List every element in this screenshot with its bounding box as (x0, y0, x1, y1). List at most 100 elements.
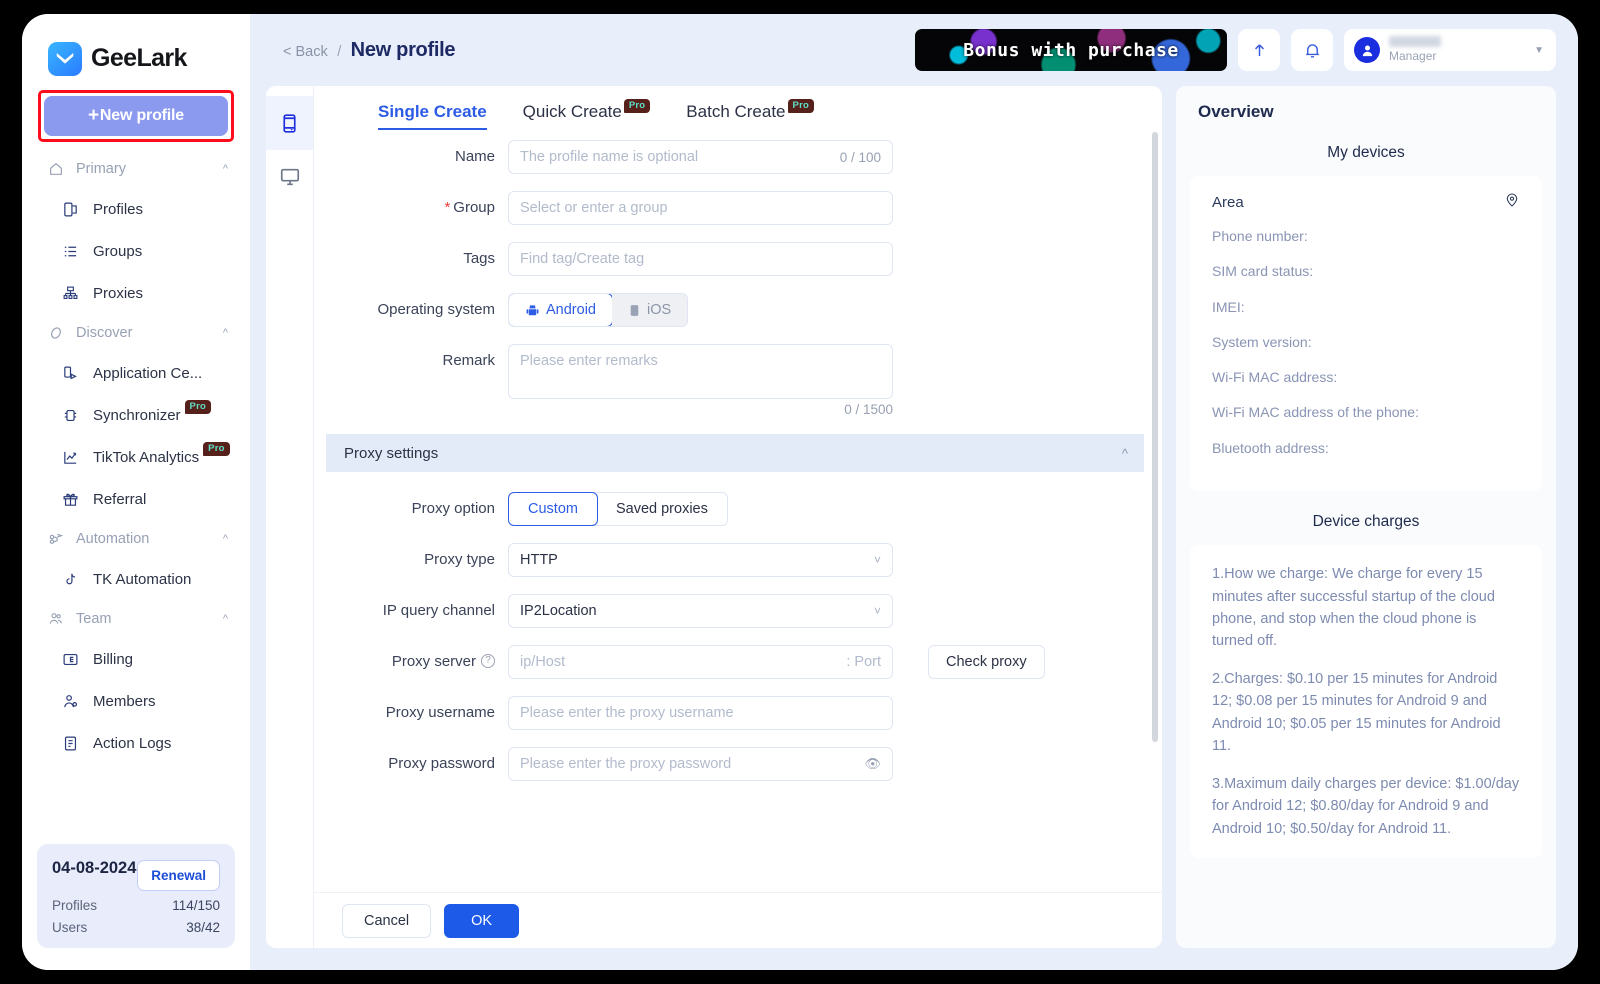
chevron-up-icon: ^ (1121, 445, 1128, 461)
cancel-button[interactable]: Cancel (342, 903, 432, 938)
proxy-type-select[interactable]: HTTP ˅ (508, 543, 893, 577)
main-area: < Back / New profile Bonus with purchase (250, 14, 1578, 970)
area-label: Area (1212, 193, 1244, 211)
help-icon[interactable]: ? (481, 654, 495, 669)
proxy-settings-section-header[interactable]: Proxy settings ^ (326, 434, 1144, 472)
user-menu[interactable]: Manager ▼ (1344, 29, 1556, 71)
eye-off-icon[interactable]: 👁 (864, 756, 881, 772)
proxy-username-placeholder: Please enter the proxy username (520, 705, 734, 721)
new-profile-button[interactable]: + New profile (44, 96, 228, 136)
topbar-actions: Bonus with purchase Manager ▼ (915, 29, 1556, 71)
proxy-server-label: Proxy server? (326, 645, 508, 679)
sidebar-group-automation[interactable]: Automation ^ (22, 520, 250, 558)
members-icon (62, 693, 84, 710)
new-profile-highlight: + New profile (38, 90, 234, 142)
tab-quick-create[interactable]: Quick Create Pro (523, 99, 651, 128)
remark-textarea[interactable]: Please enter remarks (508, 344, 893, 399)
brand-name: GeeLark (91, 44, 187, 72)
sidebar-item-groups[interactable]: Groups (22, 230, 250, 272)
charges-paragraph: 3.Maximum daily charges per device: $1.0… (1212, 775, 1520, 837)
sidebar-item-profiles[interactable]: Profiles (22, 188, 250, 230)
proxy-username-input[interactable]: Please enter the proxy username (508, 696, 893, 730)
proxy-option-label: Proxy option (411, 500, 495, 517)
new-profile-label: New profile (99, 107, 184, 124)
device-charges-card: 1.How we charge: We charge for every 15 … (1190, 545, 1542, 859)
breadcrumb: < Back / New profile (283, 39, 455, 62)
sidebar-item-proxies[interactable]: Proxies (22, 272, 250, 314)
plan-expiry-date: 04-08-2024 (52, 859, 137, 877)
new-profile-form-card: Single Create Quick Create Pro Batch Crea… (266, 86, 1162, 948)
tab-label: Batch Create (686, 102, 786, 121)
gift-icon (62, 491, 84, 508)
device-field: System version: (1212, 333, 1312, 350)
remark-label: Remark (442, 352, 495, 369)
sidebar-item-referral[interactable]: Referral (22, 478, 250, 520)
tab-batch-create[interactable]: Batch Create Pro (686, 99, 814, 128)
device-field: IMEI: (1212, 298, 1245, 315)
compass-icon (48, 325, 67, 341)
tab-single-create[interactable]: Single Create (378, 102, 487, 130)
field-row-proxy-server: Proxy server? ip/Host : Port Check proxy (314, 645, 1144, 679)
create-mode-tabs: Single Create Quick Create Pro Batch Crea… (314, 86, 1144, 140)
proxy-option-saved-proxies[interactable]: Saved proxies (596, 493, 727, 525)
sidebar-item-action-logs[interactable]: Action Logs (22, 722, 250, 764)
device-field: SIM card status: (1212, 263, 1314, 280)
name-input[interactable]: The profile name is optional 0 / 100 (508, 140, 893, 174)
sidebar-item-billing[interactable]: Billing (22, 638, 250, 680)
remark-wrapper: Please enter remarks 0 / 1500 (508, 344, 893, 417)
renewal-button[interactable]: Renewal (137, 860, 220, 891)
form-scrollbar[interactable] (1152, 132, 1158, 742)
sidebar-item-label: TikTok Analytics (93, 448, 200, 466)
synchronizer-icon (62, 407, 84, 424)
location-pin-icon[interactable] (1504, 192, 1520, 212)
sidebar-item-synchronizer[interactable]: Synchronizer Pro (22, 394, 250, 436)
profiles-icon (62, 201, 84, 218)
automation-icon (48, 531, 67, 547)
proxy-password-input[interactable]: Please enter the proxy password 👁 (508, 747, 893, 781)
sidebar-item-tk-automation[interactable]: TK Automation (22, 558, 250, 600)
tags-label: Tags (463, 250, 495, 267)
upgrade-button[interactable] (1238, 29, 1280, 71)
sidebar-group-discover[interactable]: Discover ^ (22, 314, 250, 352)
proxy-server-input[interactable]: ip/Host : Port (508, 645, 893, 679)
topbar: < Back / New profile Bonus with purchase (250, 14, 1578, 86)
sidebar-nav: Primary ^ Profiles Groups Proxies Discov… (22, 150, 250, 764)
tags-input[interactable]: Find tag/Create tag (508, 242, 893, 276)
ip-query-channel-select[interactable]: IP2Location ˅ (508, 594, 893, 628)
sidebar-item-tiktok-analytics[interactable]: TikTok Analytics Pro (22, 436, 250, 478)
field-row-ip-query-channel: IP query channel IP2Location ˅ (314, 594, 1144, 628)
sidebar-group-label: Team (76, 611, 112, 627)
form-scroll-container: Single Create Quick Create Pro Batch Crea… (314, 86, 1162, 892)
name-placeholder: The profile name is optional (520, 149, 699, 165)
os-option-ios[interactable]: iOS (611, 294, 688, 326)
sidebar-group-primary[interactable]: Primary ^ (22, 150, 250, 188)
group-input[interactable]: Select or enter a group (508, 191, 893, 225)
sidebar-item-members[interactable]: Members (22, 680, 250, 722)
sidebar-group-label: Primary (76, 161, 126, 177)
plus-icon: + (88, 105, 99, 126)
sidebar-item-label: Members (93, 692, 156, 710)
plan-row-label: Users (52, 920, 88, 935)
proxy-password-label: Proxy password (388, 755, 495, 772)
sidebar-item-application-center[interactable]: Application Ce... (22, 352, 250, 394)
sidebar-item-label: Profiles (93, 200, 144, 218)
promo-banner[interactable]: Bonus with purchase (915, 29, 1227, 71)
plan-row-profiles: Profiles 114/150 (52, 898, 220, 913)
sidebar-item-label: TK Automation (93, 570, 192, 588)
name-label: Name (454, 148, 495, 165)
form-area: Single Create Quick Create Pro Batch Crea… (314, 86, 1162, 948)
back-link[interactable]: < Back (283, 44, 328, 60)
overview-panel: Overview My devices Area Phone number: S… (1176, 86, 1556, 948)
device-charges-title: Device charges (1312, 513, 1420, 531)
chevron-up-icon: ^ (222, 533, 228, 545)
check-proxy-button[interactable]: Check proxy (928, 645, 1045, 679)
field-row-proxy-password: Proxy password Please enter the proxy pa… (314, 747, 1144, 781)
device-tab-desktop[interactable] (266, 150, 313, 204)
ok-button[interactable]: OK (444, 903, 520, 938)
sidebar-group-team[interactable]: Team ^ (22, 600, 250, 638)
notifications-button[interactable] (1291, 29, 1333, 71)
plan-card: 04-08-2024 Renewal Profiles 114/150 User… (37, 844, 235, 948)
device-tab-phone[interactable] (266, 96, 313, 150)
proxy-option-custom[interactable]: Custom (508, 492, 598, 526)
os-option-android[interactable]: Android (509, 294, 613, 326)
